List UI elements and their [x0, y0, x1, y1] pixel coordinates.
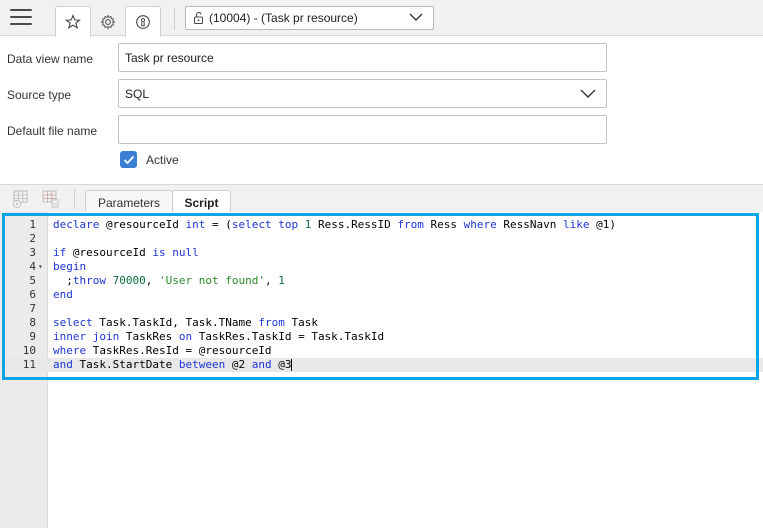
code-text: and Task.StartDate between @2 and @3 — [53, 358, 293, 371]
data-view-select[interactable]: (10004) - (Task pr resource) — [185, 6, 434, 30]
code-line[interactable]: 6 end — [0, 288, 763, 302]
icon-tab-strip — [55, 6, 161, 37]
unlock-icon — [194, 12, 203, 24]
chevron-down-icon — [580, 89, 596, 98]
line-number: 6 — [29, 288, 36, 301]
default-file-name-input[interactable] — [118, 115, 607, 144]
code-text: end — [53, 288, 73, 301]
code-line[interactable]: 2 — [0, 232, 763, 246]
default-file-name-label: Default file name — [7, 124, 98, 138]
code-text: select Task.TaskId, Task.TName from Task — [53, 316, 318, 329]
data-view-name-label: Data view name — [7, 52, 94, 66]
line-number: 7 — [29, 302, 36, 315]
data-view-select-value: (10004) - (Task pr resource) — [209, 11, 358, 25]
menu-icon[interactable] — [10, 9, 32, 27]
info-badge-icon[interactable] — [125, 6, 161, 37]
editor-toolbar: Parameters Script — [0, 184, 763, 215]
script-editor[interactable]: 1 declare @resourceId int = (select top 1… — [0, 212, 763, 528]
code-line[interactable]: 9 inner join TaskRes on TaskRes.TaskId = … — [0, 330, 763, 344]
line-number: 9 — [29, 330, 36, 343]
line-number: 4 — [29, 260, 36, 273]
source-type-label: Source type — [7, 88, 72, 102]
code-text: declare @resourceId int = (select top 1 … — [53, 218, 617, 231]
code-text: if @resourceId is null — [53, 246, 199, 259]
tab-parameters[interactable]: Parameters — [85, 190, 173, 214]
code-text: begin — [53, 260, 87, 273]
chevron-down-icon — [409, 13, 423, 21]
line-number: 10 — [22, 344, 36, 357]
code-line[interactable]: 7 — [0, 302, 763, 316]
code-text: ;throw 70000, 'User not found', 1 — [53, 274, 285, 287]
active-checkbox[interactable] — [120, 151, 137, 168]
line-number: 5 — [29, 274, 36, 287]
line-number: 2 — [29, 232, 36, 245]
toolbar-divider — [74, 189, 75, 209]
fold-chevron-icon[interactable]: ▾ — [38, 260, 43, 274]
code-line[interactable]: 4 ▾ begin — [0, 260, 763, 274]
toolbar-divider — [174, 8, 175, 30]
code-text: inner join TaskRes on TaskRes.TaskId = T… — [53, 330, 385, 343]
code-line[interactable]: 5 ;throw 70000, 'User not found', 1 — [0, 274, 763, 288]
code-line[interactable]: 3 if @resourceId is null — [0, 246, 763, 260]
active-label: Active — [146, 153, 179, 167]
line-number: 1 — [29, 218, 36, 231]
line-number: 8 — [29, 316, 36, 329]
source-type-select[interactable]: SQL — [118, 79, 607, 108]
code-line[interactable]: 11 and Task.StartDate between @2 and @3 — [0, 358, 763, 372]
code-line[interactable]: 1 declare @resourceId int = (select top 1… — [0, 218, 763, 232]
code-line[interactable]: 8 select Task.TaskId, Task.TName from Tas… — [0, 316, 763, 330]
settings-gear-icon[interactable] — [90, 6, 126, 36]
code-text: where TaskRes.ResId = @resourceId — [53, 344, 272, 357]
code-line[interactable]: 10 where TaskRes.ResId = @resourceId — [0, 344, 763, 358]
delete-row-icon[interactable] — [41, 189, 61, 209]
favorite-star-icon[interactable] — [55, 6, 91, 37]
data-view-name-input[interactable]: Task pr resource — [118, 43, 607, 72]
add-row-icon[interactable] — [11, 189, 31, 209]
source-type-value: SQL — [125, 86, 150, 101]
top-toolbar: (10004) - (Task pr resource) — [0, 0, 763, 37]
line-number: 3 — [29, 246, 36, 259]
text-cursor — [291, 359, 293, 371]
checkmark-icon — [123, 155, 134, 164]
line-number: 11 — [22, 358, 36, 371]
